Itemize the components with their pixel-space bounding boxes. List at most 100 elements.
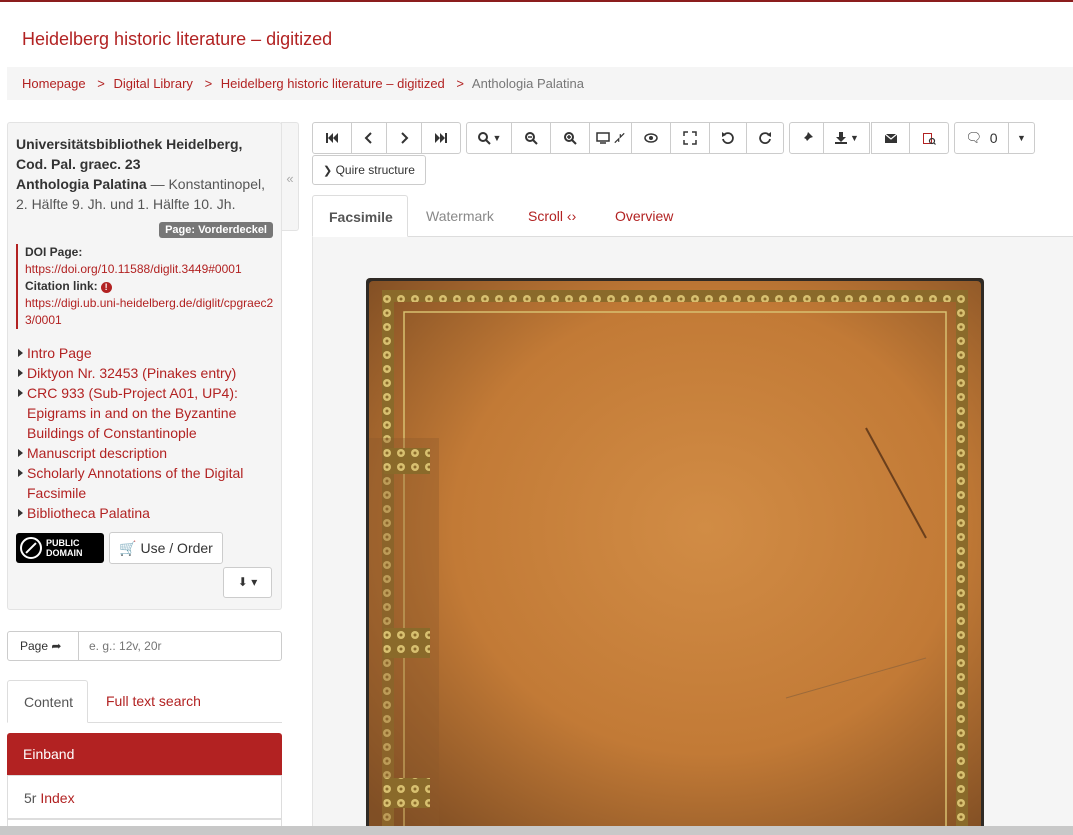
download-icon [835, 132, 848, 144]
breadcrumb-homepage[interactable]: Homepage [22, 76, 86, 91]
fullscreen-button[interactable] [670, 122, 710, 154]
page-jump-button[interactable]: Page ➦ [7, 631, 79, 661]
citation-label: Citation link: [25, 279, 98, 293]
zoom-in-icon [564, 132, 577, 145]
link-crc-933[interactable]: CRC 933 (Sub-Project A01, UP4): Epigrams… [27, 385, 238, 441]
code-icon: ‹› [566, 208, 577, 224]
comments-count: 0 [989, 130, 998, 146]
link-intro-page[interactable]: Intro Page [27, 345, 92, 361]
caret-down-icon: ▼ [1017, 133, 1026, 143]
comment-icon: 🗨 [965, 130, 982, 145]
list-item: Scholarly Annotations of the Digital Fac… [16, 463, 271, 503]
breadcrumb: Homepage > Digital Library > Heidelberg … [7, 67, 1073, 100]
library-name: Universitätsbibliothek Heidelberg, [16, 136, 243, 152]
link-manuscript-description[interactable]: Manuscript description [27, 445, 167, 461]
rotate-left-icon [722, 132, 734, 144]
comments-button[interactable]: 🗨 0 [954, 122, 1009, 154]
download-dropdown-button[interactable]: ⬇ ▾ [223, 567, 272, 598]
public-domain-badge[interactable]: PUBLIC DOMAIN [16, 533, 104, 563]
shelfmark: Cod. Pal. graec. 23 [16, 156, 141, 172]
chevron-right-icon [401, 132, 409, 144]
fit-screen-button[interactable] [589, 122, 632, 154]
breadcrumb-collection[interactable]: Heidelberg historic literature – digitiz… [221, 76, 445, 91]
use-order-label: Use / Order [140, 540, 213, 556]
quire-structure-button[interactable]: ❯ Quire structure [312, 155, 426, 185]
comments-dropdown-button[interactable]: ▼ [1008, 122, 1035, 154]
tab-scroll[interactable]: Scroll ‹› [512, 195, 592, 237]
book-cover-image[interactable] [366, 278, 984, 826]
related-links: Intro Page Diktyon Nr. 32453 (Pinakes en… [16, 343, 271, 523]
next-page-button[interactable] [386, 122, 422, 154]
tab-overview[interactable]: Overview [599, 195, 689, 237]
breadcrumb-separator: > [97, 76, 105, 91]
tab-watermark[interactable]: Watermark [410, 195, 510, 237]
metadata-panel: Universitätsbibliothek Heidelberg, Cod. … [7, 122, 282, 610]
toc-link-index[interactable]: Index [40, 790, 74, 806]
rotate-left-button[interactable] [709, 122, 747, 154]
eye-icon [644, 133, 658, 143]
toc-folio: 5r [24, 790, 37, 806]
breadcrumb-digital-library[interactable]: Digital Library [113, 76, 192, 91]
site-title[interactable]: Heidelberg historic literature – digitiz… [22, 29, 332, 50]
title-dash: — [146, 176, 169, 192]
first-page-button[interactable] [312, 122, 352, 154]
download-menu-button[interactable]: ▼ [823, 122, 870, 154]
breadcrumb-separator: > [204, 76, 213, 91]
zoom-dropdown-button[interactable]: ▼ [466, 122, 512, 154]
no-copyright-icon [20, 537, 42, 559]
zoom-icon [477, 132, 491, 145]
tab-content[interactable]: Content [7, 680, 88, 723]
rotate-right-button[interactable] [746, 122, 784, 154]
zoom-in-button[interactable] [550, 122, 590, 154]
link-bibliotheca-palatina[interactable]: Bibliotheca Palatina [27, 505, 150, 521]
toc-item-index[interactable]: 5r Index [7, 775, 282, 819]
page-jump-label: Page [20, 639, 49, 653]
envelope-icon [884, 133, 897, 143]
doi-label: DOI Page: [25, 245, 83, 259]
use-order-button[interactable]: 🛒 Use / Order [109, 532, 223, 564]
horizontal-scrollbar[interactable] [0, 826, 1073, 835]
pin-icon [801, 132, 813, 143]
chevron-right-icon: ❯ [323, 165, 333, 177]
citation-link[interactable]: https://digi.ub.uni-heidelberg.de/diglit… [25, 296, 273, 327]
book-cover-illustration [366, 278, 984, 826]
zoom-out-icon [525, 132, 538, 145]
left-tabs: Content Full text search [7, 680, 282, 723]
caret-down-icon: ▾ [251, 575, 258, 589]
first-page-icon [326, 133, 338, 143]
public-domain-text: PUBLIC DOMAIN [46, 538, 83, 558]
viewer-search-button[interactable] [909, 122, 949, 154]
monitor-icon [596, 132, 610, 144]
view-tabs: Facsimile Watermark Scroll ‹› Overview [312, 195, 1073, 237]
pin-button[interactable] [789, 122, 824, 154]
last-page-button[interactable] [421, 122, 461, 154]
top-accent-line [0, 0, 1073, 2]
rotate-right-icon [759, 132, 771, 144]
collapse-sidebar-button[interactable]: « [281, 122, 299, 231]
list-item: Bibliotheca Palatina [16, 503, 271, 523]
link-scholarly-annotations[interactable]: Scholarly Annotations of the Digital Fac… [27, 465, 243, 501]
list-item: Manuscript description [16, 443, 271, 463]
doi-link[interactable]: https://doi.org/10.11588/diglit.3449#000… [25, 262, 242, 276]
list-item: Diktyon Nr. 32453 (Pinakes entry) [16, 363, 271, 383]
manuscript-title: Anthologia Palatina [16, 176, 147, 192]
tab-full-text-search[interactable]: Full text search [90, 680, 217, 723]
share-arrow-icon: ➦ [51, 639, 62, 653]
view-button[interactable] [631, 122, 671, 154]
previous-page-button[interactable] [351, 122, 387, 154]
last-page-icon [435, 133, 447, 143]
email-button[interactable] [871, 122, 910, 154]
list-item: CRC 933 (Sub-Project A01, UP4): Epigrams… [16, 383, 271, 443]
zoom-out-button[interactable] [511, 122, 551, 154]
page-jump: Page ➦ [7, 631, 282, 661]
chevron-left-icon [364, 132, 372, 144]
tab-facsimile[interactable]: Facsimile [312, 195, 408, 237]
link-diktyon[interactable]: Diktyon Nr. 32453 (Pinakes entry) [27, 365, 236, 381]
download-icon: ⬇ [237, 575, 248, 589]
manuscript-info: Universitätsbibliothek Heidelberg, Cod. … [16, 134, 271, 214]
page-badge: Page: Vorderdeckel [159, 222, 273, 238]
toc-item-einband[interactable]: Einband [7, 733, 282, 775]
page-jump-input[interactable] [78, 631, 282, 661]
info-icon[interactable]: ! [100, 282, 112, 293]
double-chevron-left-icon: « [286, 171, 294, 186]
